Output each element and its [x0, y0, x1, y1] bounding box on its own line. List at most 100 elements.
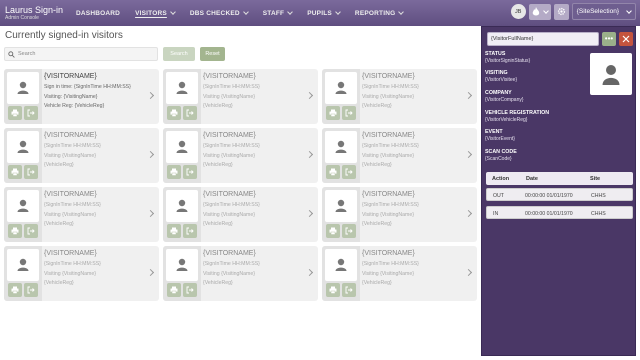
vehicle-reg: {VehicleReg}	[362, 103, 392, 109]
history-table-header: Action Date Site	[486, 172, 633, 185]
close-panel-button[interactable]	[619, 32, 633, 46]
visitor-name: {VISITORNAME}	[203, 191, 256, 198]
event-field: EVENT {VisitorEvent}	[485, 129, 515, 142]
visitor-name: {VISITORNAME}	[203, 132, 256, 139]
person-icon	[176, 81, 188, 94]
sign-out-button[interactable]	[183, 165, 197, 179]
nav-staff[interactable]: STAFF	[263, 9, 294, 17]
visiting-name: Visiting {VisitingName}	[362, 212, 415, 218]
visitor-card[interactable]: {VISITORNAME} {SignInTime HH:MM:SS} Visi…	[322, 187, 477, 242]
nav-label: PUPILS	[307, 9, 332, 17]
chevron-down-icon	[335, 9, 341, 15]
search-input[interactable]: Search	[4, 47, 158, 61]
nav-dbs-checked[interactable]: DBS CHECKED	[190, 9, 249, 17]
printer-icon	[170, 109, 178, 117]
status-field: STATUS {VisitorSigninStatus}	[485, 51, 530, 64]
sign-in-time: {SignInTime HH:MM:SS}	[203, 202, 260, 208]
brand-logo[interactable]: Laurus Sign-in Admin Console	[0, 5, 70, 21]
sign-out-button[interactable]	[24, 283, 38, 297]
history-row[interactable]: OUT 00:00:00 01/01/1970 CHHS	[486, 188, 633, 201]
column-header-site: Site	[590, 176, 601, 182]
visitor-card[interactable]: {VISITORNAME} {SignInTime HH:MM:SS} Visi…	[163, 246, 318, 301]
column-header-date: Date	[526, 176, 538, 182]
vehicle-registration-field: VEHICLE REGISTRATION {VisitorVehicleReg}	[485, 110, 549, 123]
site-selection-dropdown[interactable]: {SiteSelection}	[571, 3, 636, 20]
sign-out-button[interactable]	[342, 106, 356, 120]
chevron-right-icon	[464, 150, 473, 159]
sign-out-button[interactable]	[183, 106, 197, 120]
print-badge-button[interactable]	[167, 283, 181, 297]
user-avatar[interactable]: JB	[510, 4, 526, 19]
visitor-full-name-field[interactable]: {VisitorFullName}	[487, 32, 599, 46]
sign-out-button[interactable]	[183, 224, 197, 238]
chevron-right-icon	[464, 209, 473, 218]
sign-out-button[interactable]	[342, 165, 356, 179]
print-badge-button[interactable]	[8, 283, 22, 297]
sign-out-button[interactable]	[342, 283, 356, 297]
visitor-photo	[325, 249, 357, 281]
nav-dashboard[interactable]: DASHBOARD	[76, 10, 120, 17]
visitor-card[interactable]: {VISITORNAME} {SignInTime HH:MM:SS} Visi…	[4, 128, 159, 183]
field-value: {VisitorVisitee}	[485, 77, 518, 83]
person-icon	[17, 140, 29, 153]
visiting-name: Visiting {VisitingName}	[362, 271, 415, 277]
more-options-button[interactable]: •••	[602, 32, 616, 46]
chevron-right-icon	[146, 150, 155, 159]
printer-icon	[170, 227, 178, 235]
printer-icon	[329, 168, 337, 176]
printer-icon	[329, 109, 337, 117]
chevron-right-icon	[305, 268, 314, 277]
nav-visitors[interactable]: VISITORS	[135, 9, 176, 17]
visiting-name: Visiting {VisitingName}	[203, 153, 256, 159]
reset-button[interactable]: Reset	[200, 47, 225, 61]
sign-out-button[interactable]	[183, 283, 197, 297]
visitor-card[interactable]: {VISITORNAME} {SignInTime HH:MM:SS} Visi…	[322, 69, 477, 124]
printer-icon	[329, 227, 337, 235]
print-badge-button[interactable]	[8, 224, 22, 238]
visitor-card[interactable]: {VISITORNAME} {SignInTime HH:MM:SS} Visi…	[322, 246, 477, 301]
print-badge-button[interactable]	[167, 165, 181, 179]
chevron-right-icon	[305, 209, 314, 218]
visitor-card[interactable]: {VISITORNAME} {SignInTime HH:MM:SS} Visi…	[163, 128, 318, 183]
field-value: {VisitorSigninStatus}	[485, 58, 531, 64]
person-icon	[335, 140, 347, 153]
nav-reporting[interactable]: REPORTING	[355, 9, 405, 17]
visiting-name: Visiting {VisitingName}	[203, 212, 256, 218]
nav-pupils[interactable]: PUPILS	[307, 9, 341, 17]
print-badge-button[interactable]	[167, 106, 181, 120]
settings-button[interactable]	[553, 3, 569, 20]
site-selection-label: {SiteSelection}	[576, 8, 619, 15]
print-badge-button[interactable]	[326, 283, 340, 297]
sign-out-button[interactable]	[24, 224, 38, 238]
history-row[interactable]: IN 00:00:00 01/01/1970 CHHS	[486, 206, 633, 219]
visitor-name: {VISITORNAME}	[44, 73, 97, 80]
visitor-card[interactable]: {VISITORNAME} {SignInTime HH:MM:SS} Visi…	[322, 128, 477, 183]
visitor-card[interactable]: {VISITORNAME} {SignInTime HH:MM:SS} Visi…	[4, 246, 159, 301]
sign-out-icon	[27, 109, 35, 117]
visitor-card[interactable]: {VISITORNAME} {SignInTime HH:MM:SS} Visi…	[163, 69, 318, 124]
visitor-card[interactable]: {VISITORNAME} {SignInTime HH:MM:SS} Visi…	[163, 187, 318, 242]
person-icon	[335, 199, 347, 212]
print-badge-button[interactable]	[326, 106, 340, 120]
printer-icon	[170, 168, 178, 176]
vehicle-reg: {VehicleReg}	[362, 221, 392, 227]
visitor-card[interactable]: {VISITORNAME} Sign in time: {SignInTime …	[4, 69, 159, 124]
chevron-down-icon	[542, 7, 549, 14]
print-badge-button[interactable]	[8, 106, 22, 120]
sign-in-time: {SignInTime HH:MM:SS}	[362, 261, 419, 267]
print-badge-button[interactable]	[326, 224, 340, 238]
field-label: SCAN CODE	[485, 149, 517, 155]
visitor-photo-large	[590, 53, 632, 95]
visitor-card[interactable]: {VISITORNAME} {SignInTime HH:MM:SS} Visi…	[4, 187, 159, 242]
notifications-button[interactable]	[528, 3, 551, 20]
print-badge-button[interactable]	[167, 224, 181, 238]
sign-out-button[interactable]	[24, 165, 38, 179]
history-date: 00:00:00 01/01/1970	[525, 211, 573, 217]
sign-out-button[interactable]	[24, 106, 38, 120]
print-badge-button[interactable]	[326, 165, 340, 179]
search-button[interactable]: Search	[163, 47, 195, 61]
sign-out-button[interactable]	[342, 224, 356, 238]
print-badge-button[interactable]	[8, 165, 22, 179]
field-label: COMPANY	[485, 90, 512, 96]
chevron-right-icon	[146, 91, 155, 100]
